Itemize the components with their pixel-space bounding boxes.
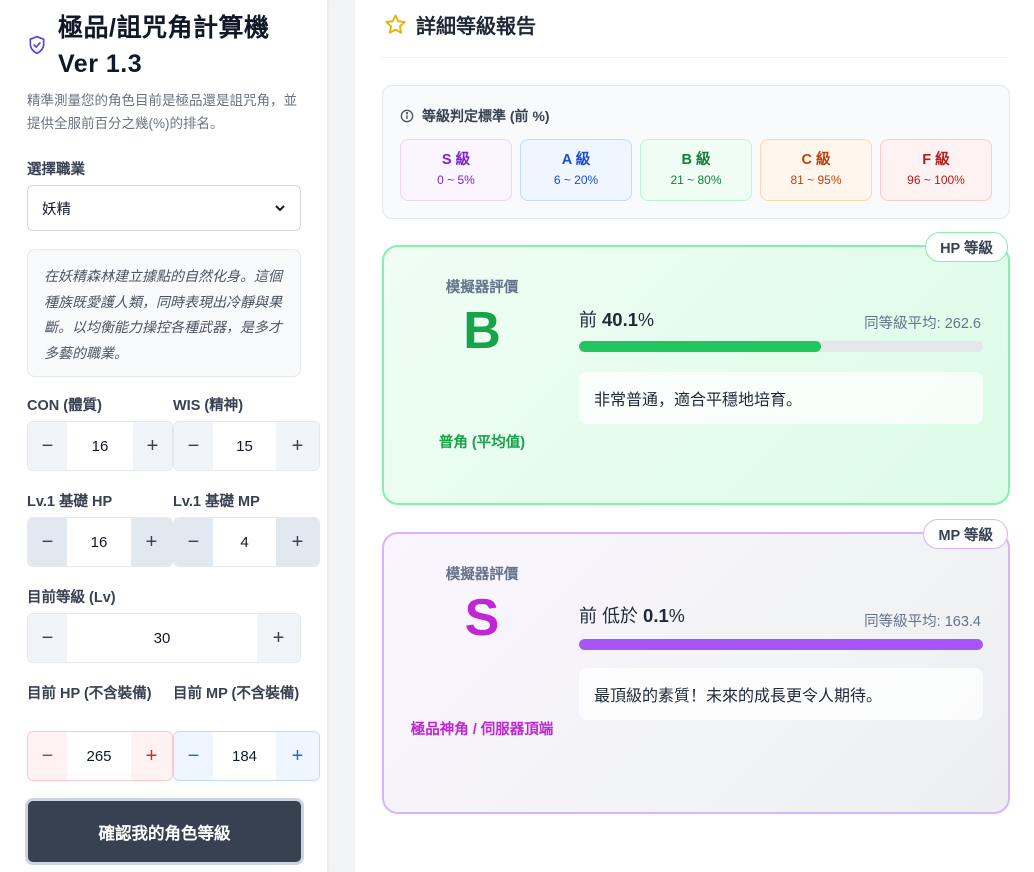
cur-mp-stepper[interactable]: − 184 + [173,731,320,781]
hp-progress-bar [579,341,983,352]
job-select[interactable]: 妖精 [27,185,301,231]
con-decrement-button[interactable]: − [28,422,67,470]
criteria-title-row: 等級判定標準 (前 %) [400,106,550,126]
base-mp-decrement-button[interactable]: − [174,518,213,566]
con-stepper[interactable]: − 16 + [27,421,173,471]
grade-name: A 級 [561,152,591,168]
chevron-down-icon [275,205,285,212]
hp-eval-label: 模擬器評價 [445,280,519,296]
shield-check-icon [29,35,45,55]
report-panel: 詳細等級報告 等級判定標準 (前 %) S 級 0 ~ 5% A 級 6 ~ 20% B… [355,0,1034,872]
hp-comment: 非常普通，適合平穩地培育。 [579,372,983,424]
grade-range: 21 ~ 80% [670,173,722,187]
level-increment-button[interactable]: + [257,614,300,662]
base-mp-label: Lv.1 基礎 MP [173,494,260,510]
mp-eval-label: 模擬器評價 [445,567,519,583]
app-subtitle: 精準測量您的角色目前是極品還是詛咒角，並提供全服前百分之幾(%)的排名。 [27,93,297,131]
hp-grade-card: HP 等級 模擬器評價 B 普角 (平均值) 前 40.1% 同等級平均: 26… [382,232,1010,505]
mp-progress-fill [579,639,983,650]
base-mp-stepper[interactable]: − 4 + [173,517,320,567]
job-select-value: 妖精 [42,201,71,218]
grade-range: 81 ~ 95% [790,173,842,187]
wis-value[interactable]: 15 [213,422,276,470]
hp-tier-text: 普角 (平均值) [438,435,526,451]
job-description: 在妖精森林建立據點的自然化身。這個種族既愛護人類，同時表現出冷靜與果斷。以均衡能… [27,249,301,377]
control-panel: 極品/詛咒角計算機 Ver 1.3 精準測量您的角色目前是極品還是詛咒角，並提供… [0,0,327,872]
star-icon [385,14,406,34]
hp-grade-badge: HP 等級 [925,232,1008,262]
report-header: 詳細等級報告 [384,10,536,39]
mp-pct-unit: % [668,606,685,626]
grade-range: 0 ~ 5% [437,173,475,187]
wis-label: WIS (精神) [173,398,244,414]
mp-pct-value: 0.1 [643,605,669,626]
cur-hp-stepper[interactable]: − 265 + [27,731,173,781]
grade-name: F 級 [922,152,950,168]
grade-name: S 級 [441,152,471,168]
cur-hp-value[interactable]: 265 [67,732,131,780]
grade-criteria-2: B 級 21 ~ 80% [640,139,752,201]
job-label: 選擇職業 [27,162,85,178]
mp-tier-text: 極品神角 / 伺服器頂端 [410,722,554,738]
mp-grade-letter: S [464,589,500,647]
grade-range: 96 ~ 100% [907,173,965,187]
hp-grade-letter: B [463,302,501,360]
base-hp-stepper[interactable]: − 16 + [27,517,173,567]
hp-percentile: 前 40.1% [579,306,654,332]
app-header: 極品/詛咒角計算機 Ver 1.3 [27,10,307,82]
criteria-title: 等級判定標準 (前 %) [422,108,550,124]
hp-progress-fill [579,341,821,352]
mp-progress-bar [579,639,983,650]
level-value[interactable]: 30 [67,614,257,662]
con-value[interactable]: 16 [67,422,133,470]
grade-criteria-box: 等級判定標準 (前 %) S 級 0 ~ 5% A 級 6 ~ 20% B 級 21 ~ … [382,85,1010,219]
grade-name: C 級 [801,152,831,168]
mp-comment: 最頂級的素質！未來的成長更令人期待。 [579,668,983,720]
hp-pct-unit: % [638,310,655,330]
level-label: 目前等級 (Lv) [27,590,116,606]
wis-increment-button[interactable]: + [276,422,319,470]
hp-pct-value: 40.1 [602,309,639,330]
mp-level-average: 同等級平均: 163.4 [864,614,981,630]
base-mp-value[interactable]: 4 [213,518,276,566]
grade-criteria-4: F 級 96 ~ 100% [880,139,992,201]
mp-percentile: 前 低於 0.1% [579,602,685,628]
confirm-button[interactable]: 確認我的角色等級 [25,798,304,865]
mp-grade-card: MP 等級 模擬器評價 S 極品神角 / 伺服器頂端 前 低於 0.1% 同等級… [382,519,1010,814]
grade-criteria-3: C 級 81 ~ 95% [760,139,872,201]
grade-name: B 級 [681,152,711,168]
hp-level-average: 同等級平均: 262.6 [864,316,981,332]
base-hp-value[interactable]: 16 [67,518,131,566]
wis-stepper[interactable]: − 15 + [173,421,320,471]
mp-pct-prefix: 前 低於 [579,606,639,626]
wis-decrement-button[interactable]: − [174,422,213,470]
info-icon [400,109,414,123]
grade-criteria-1: A 級 6 ~ 20% [520,139,632,201]
grade-range: 6 ~ 20% [553,173,599,187]
cur-hp-increment-button[interactable]: + [131,732,172,780]
base-hp-increment-button[interactable]: + [131,518,172,566]
base-mp-increment-button[interactable]: + [276,518,319,566]
cur-hp-decrement-button[interactable]: − [28,732,67,780]
con-increment-button[interactable]: + [133,422,172,470]
app-title: 極品/詛咒角計算機 Ver 1.3 [58,14,270,78]
base-hp-decrement-button[interactable]: − [28,518,67,566]
level-stepper[interactable]: − 30 + [27,613,301,663]
cur-mp-decrement-button[interactable]: − [174,732,213,780]
con-label: CON (體質) [27,398,102,414]
divider [381,57,1009,58]
mp-grade-badge: MP 等級 [923,519,1008,549]
base-hp-label: Lv.1 基礎 HP [27,494,113,510]
cur-mp-increment-button[interactable]: + [276,732,319,780]
report-title: 詳細等級報告 [416,16,536,38]
level-decrement-button[interactable]: − [28,614,67,662]
cur-mp-value[interactable]: 184 [213,732,276,780]
cur-mp-label: 目前 MP (不含裝備) [173,686,300,702]
hp-pct-prefix: 前 [579,310,597,330]
cur-hp-label: 目前 HP (不含裝備) [27,686,152,702]
grade-criteria-0: S 級 0 ~ 5% [400,139,512,201]
